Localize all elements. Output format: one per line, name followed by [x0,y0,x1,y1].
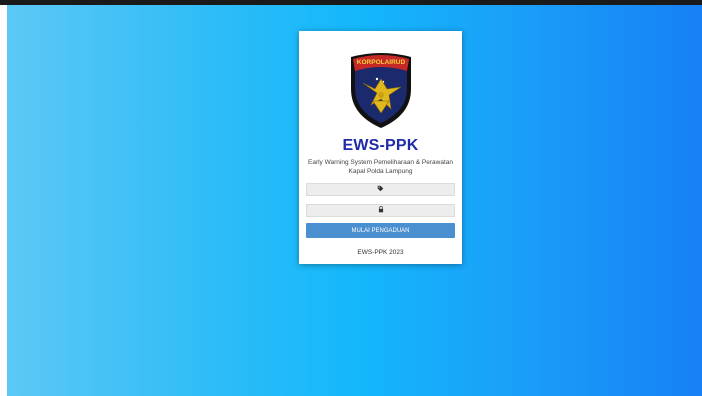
app-title: EWS-PPK [342,137,419,154]
password-field[interactable] [306,204,455,217]
logo-banner-text: KORPOLAIRUD [357,59,406,66]
korpolairud-logo: KORPOLAIRUD [351,53,411,128]
login-card: KORPOLAIRUD EWS-PPK Early Warning System… [299,31,462,264]
footer-text: EWS-PPK 2023 [357,249,404,256]
app-subtitle: Early Warning System Pemeliharaan & Pera… [308,159,453,175]
submit-complaint-button[interactable]: MULAI PENGADUAN [306,223,455,238]
password-input[interactable] [307,205,454,216]
username-field[interactable] [306,183,455,196]
username-input[interactable] [307,184,454,195]
